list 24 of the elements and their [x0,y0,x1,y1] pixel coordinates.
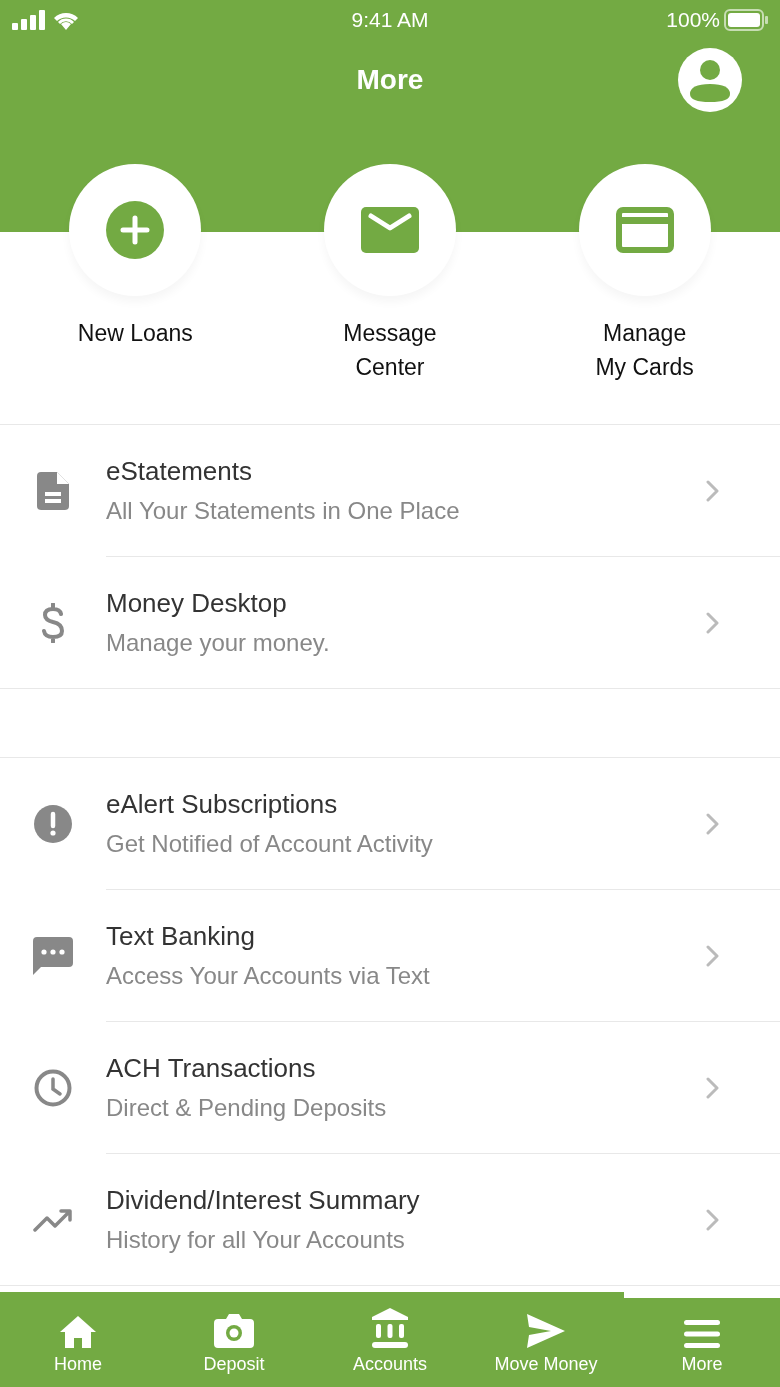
row-subtitle: Direct & Pending Deposits [106,1094,387,1122]
row-subtitle: All Your Statements in One Place [106,497,460,525]
menu-row[interactable]: eStatements All Your Statements in One Place [0,425,780,556]
menu-row[interactable]: Money Desktop Manage your money. [106,556,780,688]
row-title: Money Desktop [106,588,287,619]
action-label: Manage My Cards [595,319,694,382]
row-title: eAlert Subscriptions [106,789,338,820]
row-title: Text Banking [106,921,255,952]
row-title: Dividend/Interest Summary [106,1185,420,1216]
menu-row[interactable]: Dividend/Interest Summary History for all Your Accounts [106,1153,780,1285]
action-label: New Loans [77,319,193,348]
page-title: More [356,64,424,96]
status-time: 9:41 AM [351,8,429,32]
menu-row[interactable]: ACH Transactions Direct & Pending Deposits [106,1021,780,1153]
row-subtitle: Get Notified of Account Activity [106,830,433,858]
row-subtitle: Access Your Accounts via Text [106,962,430,990]
row-title: ACH Transactions [106,1053,316,1084]
row-subtitle: Manage your money. [106,629,330,657]
row-subtitle: History for all Your Accounts [106,1226,405,1254]
menu-row[interactable]: Text Banking Access Your Accounts via Text [106,889,780,1021]
menu-row[interactable]: eAlert Subscriptions Get Notified of Account Activity [0,758,780,889]
action-label: Message Center [343,319,437,382]
battery-percent: 100% [666,8,720,32]
row-title: eStatements [106,456,252,487]
